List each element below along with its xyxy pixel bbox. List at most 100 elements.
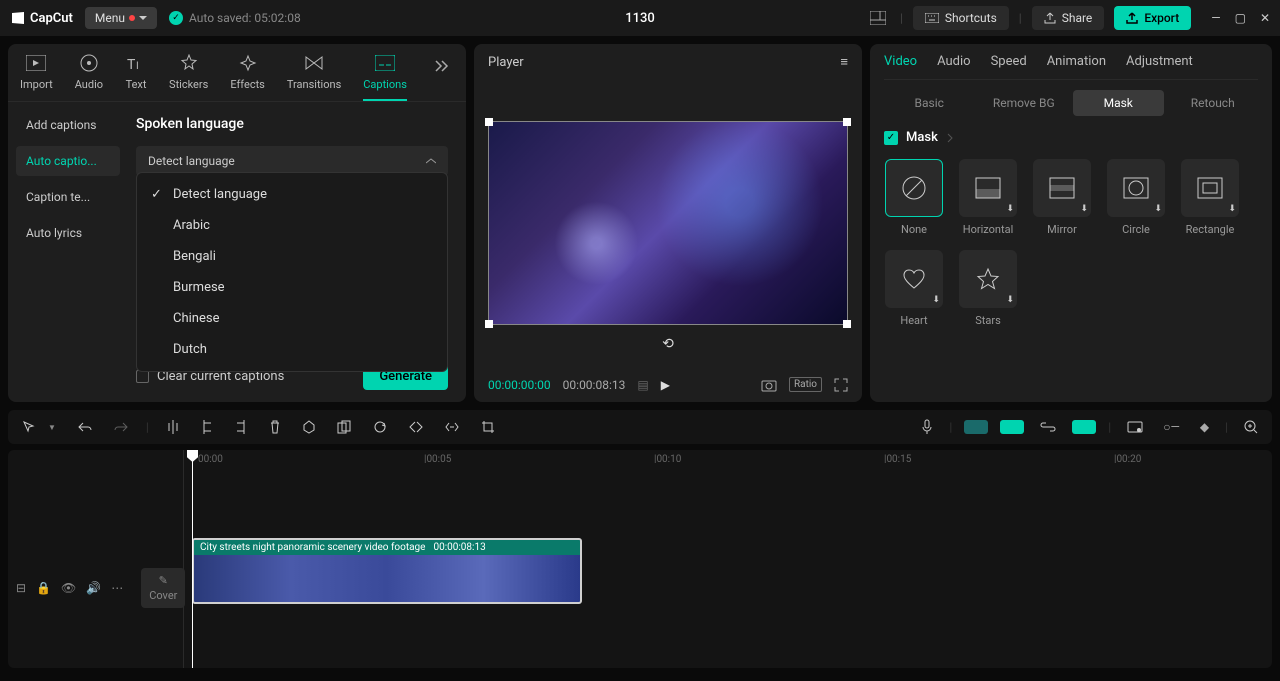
export-button[interactable]: Export [1114,6,1191,30]
tab-effects[interactable]: Effects [230,52,265,99]
lang-option-chinese[interactable]: Chinese [137,303,447,334]
split-tool[interactable] [163,416,183,438]
effects-icon [237,52,259,74]
redo-button[interactable] [110,417,132,437]
tab-stickers[interactable]: Stickers [169,52,208,99]
layout-icon[interactable] [866,7,890,29]
marker-tool[interactable] [299,416,319,438]
mask-horizontal[interactable]: ⬇Horizontal [958,159,1018,236]
preview-list-icon[interactable]: ▤ [637,378,648,392]
snapshot-icon[interactable] [761,378,777,392]
fullscreen-icon[interactable] [834,378,848,392]
menu-button[interactable]: Menu [85,7,157,29]
preview-quality-icon[interactable] [1123,417,1147,437]
magnet-toggle-2[interactable] [1000,420,1024,434]
video-clip[interactable]: City streets night panoramic scenery vid… [192,538,582,604]
sidebar-auto-captions[interactable]: Auto captio... [16,146,120,176]
minimize-button[interactable]: — [1211,11,1220,25]
mask-mirror[interactable]: ⬇Mirror [1032,159,1092,236]
close-button[interactable]: ✕ [1260,11,1270,25]
lang-option-arabic[interactable]: Arabic [137,210,447,241]
ruler-mark: |00:10 [654,454,681,465]
mirror-icon [1047,173,1077,203]
reverse-tool[interactable] [441,417,463,437]
playhead[interactable] [192,450,193,668]
mask-rectangle[interactable]: ⬇Rectangle [1180,159,1240,236]
subtab-retouch[interactable]: Retouch [1168,90,1259,116]
subtab-mask[interactable]: Mask [1073,90,1164,116]
mic-icon[interactable] [917,415,937,439]
tab-animation[interactable]: Animation [1047,54,1106,69]
maximize-button[interactable]: ▢ [1235,11,1246,25]
trim-left-tool[interactable] [197,416,217,438]
sidebar-auto-lyrics[interactable]: Auto lyrics [16,218,120,248]
delete-tool[interactable] [265,416,285,438]
tab-speed[interactable]: Speed [991,54,1027,69]
resize-handle-tr[interactable] [843,118,851,126]
copy-tool[interactable] [333,416,355,438]
autosave-status: ✓ Auto saved: 05:02:08 [169,11,301,25]
select-dropdown[interactable]: ▼ [44,419,60,436]
resize-handle-tl[interactable] [485,118,493,126]
track-collapse-icon[interactable]: ⊟ [16,581,26,595]
download-icon: ⬇ [1080,204,1088,214]
timeline-tracks[interactable]: 00:00 |00:05 |00:10 |00:15 |00:20 City s… [184,450,1272,668]
cover-button[interactable]: ✎ Cover [141,568,185,608]
share-button[interactable]: Share [1032,6,1105,30]
tab-captions[interactable]: Captions [363,52,407,101]
link-icon[interactable] [1036,418,1060,436]
rotate-handle[interactable]: ⟲ [662,336,674,352]
player-menu-icon[interactable]: ≡ [840,54,848,70]
tab-import-label: Import [20,78,53,91]
rotate-tool[interactable] [369,416,391,438]
mask-none[interactable]: None [884,159,944,236]
shortcuts-button[interactable]: Shortcuts [913,6,1009,30]
video-subtabs: Basic Remove BG Mask Retouch [884,90,1258,116]
tab-text[interactable]: TIText [125,52,147,99]
mirror-tool[interactable] [405,417,427,437]
app-name: CapCut [30,11,73,26]
tab-video[interactable]: Video [884,54,917,69]
subtab-removebg[interactable]: Remove BG [979,90,1070,116]
trim-right-tool[interactable] [231,416,251,438]
mask-stars[interactable]: ⬇Stars [958,250,1018,327]
track-visibility-icon[interactable]: 👁 [61,581,76,595]
zoom-fit-icon[interactable] [1240,416,1262,438]
resize-handle-bl[interactable] [485,320,493,328]
tab-transitions[interactable]: Transitions [287,52,341,99]
magnet-toggle-1[interactable] [964,420,988,434]
track-collapse-icon[interactable]: ◆ [1196,416,1213,438]
mask-circle[interactable]: ⬇Circle [1106,159,1166,236]
timeline-ruler[interactable]: 00:00 |00:05 |00:10 |00:15 |00:20 [184,450,1272,470]
share-label: Share [1062,11,1093,25]
crop-tool[interactable] [477,416,499,438]
sidebar-caption-template[interactable]: Caption te... [16,182,120,212]
subtab-basic[interactable]: Basic [884,90,975,116]
play-button[interactable]: ▶ [661,378,670,392]
lang-option-burmese[interactable]: Burmese [137,272,447,303]
zoom-slider-icon[interactable]: ○— [1159,416,1184,438]
tab-import[interactable]: Import [20,52,53,99]
tab-adjustment[interactable]: Adjustment [1126,54,1193,69]
timeline-toolbar: ▼ | | | ○— ◆ | [8,410,1272,444]
resize-handle-br[interactable] [843,320,851,328]
track-lock-icon[interactable]: 🔒 [36,581,51,595]
tab-audio-right[interactable]: Audio [937,54,970,69]
video-preview[interactable]: ⟲ [488,76,848,369]
track-mute-icon[interactable]: 🔊 [86,581,101,595]
snap-toggle[interactable] [1072,420,1096,434]
ratio-button[interactable]: Ratio [789,377,822,392]
tabs-more-button[interactable] [429,52,455,80]
tab-audio[interactable]: Audio [75,52,103,99]
track-more-icon[interactable]: ⋯ [111,581,123,595]
select-tool[interactable] [18,416,40,438]
undo-button[interactable] [74,417,96,437]
lang-option-dutch[interactable]: Dutch [137,334,447,365]
lang-option-detect[interactable]: Detect language [137,179,447,210]
mask-heart[interactable]: ⬇Heart [884,250,944,327]
lang-option-bengali[interactable]: Bengali [137,241,447,272]
mask-section-header[interactable]: ✓ Mask [884,130,1258,145]
video-frame[interactable]: ⟲ [488,121,848,325]
sidebar-add-captions[interactable]: Add captions [16,110,120,140]
mask-checkbox[interactable]: ✓ [884,131,898,145]
